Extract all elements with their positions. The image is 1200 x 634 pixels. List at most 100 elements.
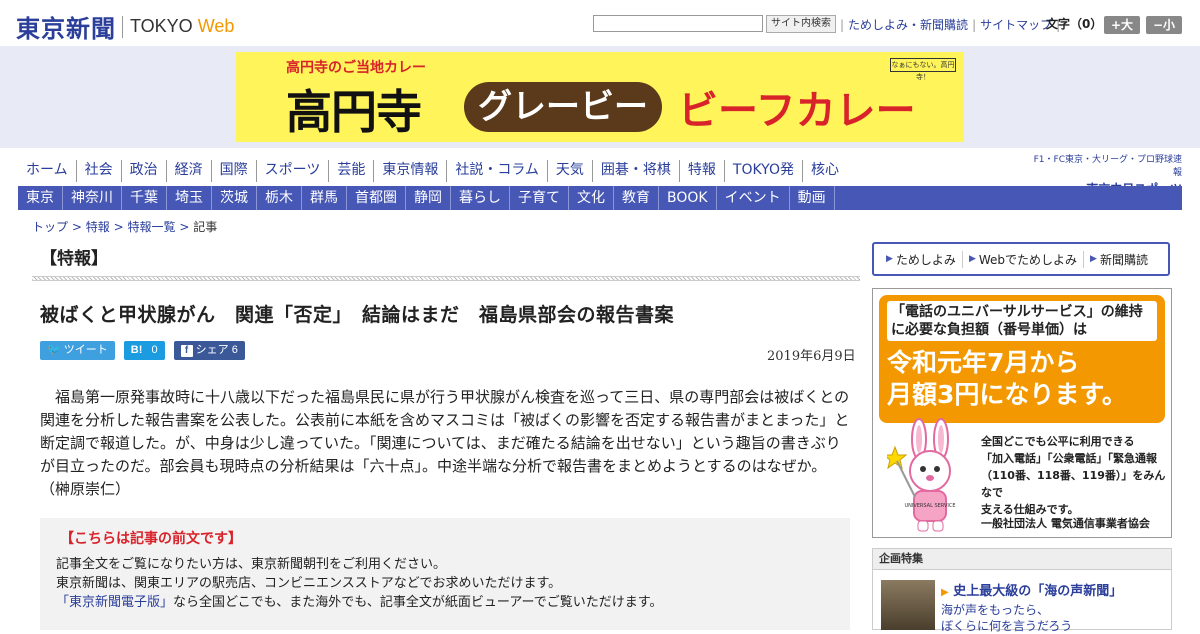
rabbit-mascot-icon: UNIVERSAL SERVICE (887, 418, 956, 532)
special-feature-title-text: 史上最大級の「海の声新聞」 (953, 584, 1123, 599)
nav-weather[interactable]: 天気 (548, 160, 593, 182)
triangle-right-icon: ▶ (941, 587, 949, 598)
sitemap-link[interactable]: サイトマップ (980, 16, 1052, 33)
triangle-right-icon: ▶ (1090, 254, 1097, 264)
notice-line-1: 記事全文をご覧になりたい方は、東京新聞朝刊をご利用ください。 (56, 557, 447, 572)
banner-pill-text: グレービー (464, 82, 662, 132)
nav-home[interactable]: ホーム (18, 160, 77, 182)
ad-desc-line-1: 全国どこでも公平に利用できる (981, 435, 1135, 448)
nav-go-shogi[interactable]: 囲碁・将棋 (593, 160, 680, 182)
secondary-nav: 東京 神奈川 千葉 埼玉 茨城 栃木 群馬 首都圏 静岡 暮らし 子育て 文化 … (18, 186, 1182, 210)
ad-headline: 「電話のユニバーサルサービス」の維持に必要な負担額（番号単価）は (887, 301, 1157, 341)
special-feature-item[interactable]: ▶ 史上最大級の「海の声新聞」 海が声をもったら、 ぼくらに何を言うだろう (872, 570, 1172, 633)
nav-tokyo-hatsu[interactable]: TOKYO発 (725, 160, 803, 182)
nav-tokuho[interactable]: 特報 (680, 160, 725, 182)
nav-international[interactable]: 国際 (212, 160, 257, 182)
hatena-bookmark-button[interactable]: B! 0 (123, 341, 165, 360)
nav-editorial[interactable]: 社説・コラム (447, 160, 548, 182)
top-links: | ためしよみ・新聞購読 | サイトマップ | (836, 16, 1064, 33)
notice-line-3: 「東京新聞電子版」なら全国どこでも、また海外でも、記事全文が紙面ビューアーでご覧… (56, 593, 662, 612)
banner-stamp: なぁにもない。高円寺！ (890, 58, 956, 81)
mascot-label: UNIVERSAL SERVICE (904, 503, 955, 509)
article-body: 福島第一原発事故時に十八歳以下だった福島県民に県が行う甲状腺がん検査を巡って三日… (40, 388, 850, 498)
subscribe-link[interactable]: ▶ 新聞購読 (1084, 251, 1154, 268)
nav-politics[interactable]: 政治 (122, 160, 167, 182)
nav-gunma[interactable]: 群馬 (302, 186, 347, 210)
trial-read-label: ためしよみ (895, 252, 956, 267)
nav-economy[interactable]: 経済 (167, 160, 212, 182)
nav-kurashi[interactable]: 暮らし (451, 186, 510, 210)
search-input[interactable] (593, 15, 763, 32)
ad-big-line-1: 令和元年7月から (887, 348, 1080, 377)
nav-book[interactable]: BOOK (659, 186, 717, 210)
banner-red-text: ビーフカレー (678, 88, 916, 134)
notice-title: 【こちらは記事の前文です】 (60, 531, 242, 547)
logo-text-jp: 東京新聞 (16, 14, 116, 43)
notice-line-3-text: なら全国どこでも、また海外でも、記事全文が紙面ビューアーでご覧いただけます。 (173, 595, 663, 610)
special-feature-text: 海が声をもったら、 ぼくらに何を言うだろう (941, 602, 1072, 634)
ad-big-line-2: 月額3円になります。 (887, 380, 1127, 409)
nav-kosodate[interactable]: 子育て (510, 186, 569, 210)
nav-entertainment[interactable]: 芸能 (329, 160, 375, 182)
social-buttons: 🐦 ツイート B! 0 f シェア 6 (40, 341, 254, 360)
web-trial-read-link[interactable]: ▶ Webでためしよみ (963, 250, 1085, 268)
triangle-right-icon: ▶ (968, 254, 976, 264)
breadcrumb-tokuho[interactable]: 特報 (86, 220, 110, 234)
notice-line-2: 東京新聞は、関東エリアの駅売店、コンビニエンスストアなどでお求めいただけます。 (56, 576, 562, 591)
nav-tokyo[interactable]: 東京 (18, 186, 63, 210)
breadcrumb-top[interactable]: トップ (32, 220, 68, 234)
nav-saitama[interactable]: 埼玉 (167, 186, 212, 210)
nav-video[interactable]: 動画 (790, 186, 835, 210)
universal-service-ad[interactable]: 「電話のユニバーサルサービス」の維持に必要な負担額（番号単価）は 令和元年7月か… (872, 288, 1172, 538)
trial-read-link[interactable]: ▶ ためしよみ (880, 250, 963, 268)
ad-orange-panel: 「電話のユニバーサルサービス」の維持に必要な負担額（番号単価）は 令和元年7月か… (879, 295, 1165, 423)
nav-ibaraki[interactable]: 茨城 (212, 186, 257, 210)
special-feature-line-1: 海が声をもったら、 (941, 603, 1050, 617)
twitter-bird-icon: 🐦 (47, 344, 61, 356)
nav-education[interactable]: 教育 (614, 186, 659, 210)
triangle-right-icon: ▶ (886, 254, 893, 264)
nav-culture[interactable]: 文化 (569, 186, 614, 210)
font-larger-button[interactable]: +大 (1104, 16, 1140, 34)
special-feature-title[interactable]: ▶ 史上最大級の「海の声新聞」 (941, 580, 1122, 599)
nav-chiba[interactable]: 千葉 (122, 186, 167, 210)
tweet-button[interactable]: 🐦 ツイート (40, 341, 115, 360)
hatena-count: 0 (151, 344, 158, 356)
breadcrumb-tokuho-list[interactable]: 特報一覧 (127, 220, 175, 234)
nav-tochigi[interactable]: 栃木 (257, 186, 302, 210)
facebook-f-icon: f (180, 345, 193, 357)
link-divider: | (972, 17, 977, 32)
nav-sports[interactable]: スポーツ (257, 160, 330, 182)
logo-text-web: Web (197, 16, 235, 36)
nav-kakushin[interactable]: 核心 (803, 160, 847, 182)
share-label: シェア (195, 344, 229, 356)
nav-event[interactable]: イベント (717, 186, 790, 210)
font-smaller-button[interactable]: −小 (1146, 16, 1182, 34)
nav-shizuoka[interactable]: 静岡 (406, 186, 451, 210)
banner-subtitle: 高円寺のご当地カレー (286, 60, 426, 76)
site-logo[interactable]: 東京新聞 TOKYO Web (16, 9, 234, 44)
facebook-share-button[interactable]: f シェア 6 (173, 341, 245, 360)
trial-subscribe-link[interactable]: ためしよみ・新聞購読 (848, 16, 968, 33)
top-bar: 東京新聞 TOKYO Web サイト内検索 | ためしよみ・新聞購読 | サイト… (0, 0, 1200, 46)
special-feature-thumbnail[interactable] (881, 580, 935, 630)
nav-tokyo-info[interactable]: 東京情報 (374, 160, 448, 182)
section-title: 【特報】 (40, 249, 108, 269)
subscribe-label: 新聞購読 (1099, 252, 1148, 267)
special-feature-header: 企画特集 (872, 548, 1172, 570)
nav-kanagawa[interactable]: 神奈川 (63, 186, 122, 210)
digital-edition-link[interactable]: 「東京新聞電子版」 (56, 595, 173, 610)
logo-divider (122, 15, 123, 38)
nav-shutoken[interactable]: 首都圏 (347, 186, 406, 210)
site-search-button[interactable]: サイト内検索 (766, 15, 836, 33)
curry-ad-banner[interactable]: 高円寺のご当地カレー 高円寺 グレービー ビーフカレー なぁにもない。高円寺！ (236, 52, 964, 142)
chunichi-tagline: F1・FC東京・大リーグ・プロ野球速報 (1033, 155, 1182, 178)
banner-area: 高円寺のご当地カレー 高円寺 グレービー ビーフカレー なぁにもない。高円寺！ (0, 46, 1200, 148)
breadcrumb-separator: > (71, 220, 82, 234)
primary-nav: ホーム 社会 政治 経済 国際 スポーツ 芸能 東京情報 社説・コラム 天気 囲… (18, 160, 847, 182)
nav-society[interactable]: 社会 (77, 160, 122, 182)
tweet-label: ツイート (63, 344, 108, 356)
ad-sponsor: 一般社団法人 電気通信事業者協会 (981, 517, 1150, 530)
section-divider (32, 276, 860, 281)
subscribe-bar: ▶ ためしよみ ▶ Webでためしよみ ▶ 新聞購読 (872, 242, 1170, 276)
